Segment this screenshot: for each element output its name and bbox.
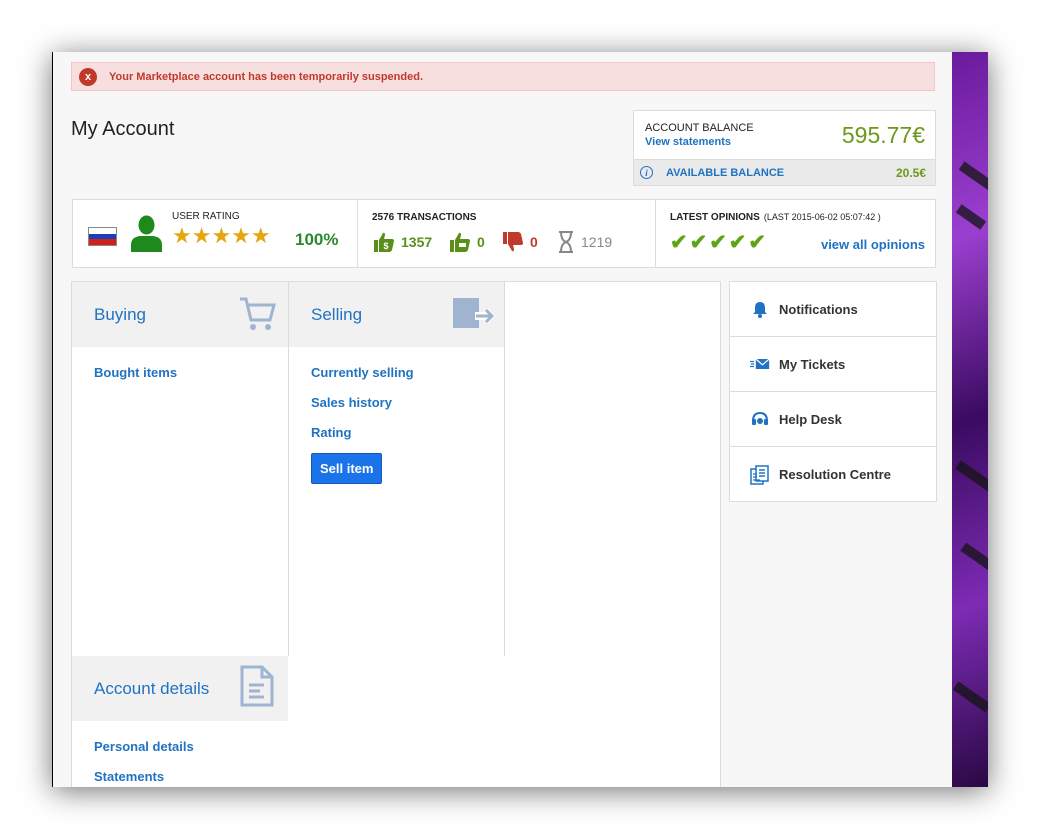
latest-opinions-label: LATEST OPINIONS (LAST 2015-06-02 05:07:42…: [670, 212, 881, 223]
opinion-checks: ✔✔✔✔✔: [670, 231, 768, 254]
neutral-count: 0: [477, 234, 485, 250]
hourglass-icon: [559, 231, 573, 253]
statements-link[interactable]: Statements: [94, 769, 288, 784]
latest-opinions-title: LATEST OPINIONS: [670, 212, 760, 223]
side-item-label: My Tickets: [779, 356, 846, 372]
alert-message: Your Marketplace account has been tempor…: [109, 70, 423, 83]
pending-count: 1219: [581, 234, 613, 250]
negative-transactions: 0: [502, 231, 538, 253]
user-rating-label: USER RATING: [172, 211, 240, 222]
account-details-section: Account details Personal details Stateme…: [72, 656, 288, 787]
page-title: My Account: [71, 118, 175, 140]
account-menu-panel: Buying Bought items Selling Currently se…: [71, 281, 721, 787]
view-statements-link[interactable]: View statements: [645, 136, 731, 148]
suspension-alert: x Your Marketplace account has been temp…: [71, 62, 935, 91]
neutral-transactions: 0: [449, 231, 485, 253]
account-balance-box: ACCOUNT BALANCE View statements 595.77€ …: [633, 110, 936, 186]
side-item-my-tickets[interactable]: My Tickets: [730, 337, 936, 392]
negative-count: 0: [530, 234, 538, 250]
account-page: x Your Marketplace account has been temp…: [52, 52, 952, 787]
info-icon[interactable]: i: [640, 166, 653, 179]
svg-text:$: $: [383, 241, 388, 251]
side-item-resolution-centre[interactable]: Resolution Centre: [730, 447, 936, 502]
buying-header: Buying: [72, 282, 288, 347]
sell-item-button[interactable]: Sell item: [311, 453, 383, 484]
buying-title: Buying: [94, 305, 146, 324]
column-divider: [504, 282, 505, 656]
buying-section: Buying Bought items: [72, 282, 288, 395]
sales-history-link[interactable]: Sales history: [311, 395, 505, 410]
transactions-label: 2576 TRANSACTIONS: [372, 212, 477, 223]
rating-link[interactable]: Rating: [311, 425, 505, 440]
rating-stars: ★★★★★: [172, 223, 271, 248]
headset-icon: [750, 411, 770, 427]
user-icon: [131, 215, 162, 257]
divider: [357, 200, 358, 267]
view-all-opinions-link[interactable]: view all opinions: [821, 237, 925, 252]
russia-flag-icon: [88, 227, 117, 246]
window-frame: x Your Marketplace account has been temp…: [52, 52, 988, 787]
bell-icon: [750, 301, 770, 318]
positive-transactions: $ 1357: [373, 231, 432, 253]
side-item-help-desk[interactable]: Help Desk: [730, 392, 936, 447]
side-item-notifications[interactable]: Notifications: [730, 282, 936, 337]
positive-count: 1357: [401, 234, 433, 250]
available-balance-amount: 20.5€: [895, 166, 926, 180]
side-item-label: Resolution Centre: [779, 467, 891, 482]
account-details-title: Account details: [94, 679, 210, 698]
available-balance-label: AVAILABLE BALANCE: [666, 167, 785, 179]
balance-amount: 595.77€: [841, 122, 925, 148]
personal-details-link[interactable]: Personal details: [94, 739, 288, 754]
selling-header: Selling: [289, 282, 505, 347]
export-box-icon: [451, 296, 497, 337]
background-wallpaper: [952, 52, 988, 787]
latest-opinion-date: (LAST 2015-06-02 05:07:42 ): [763, 212, 881, 222]
thumbs-up-money-icon: $: [374, 232, 394, 252]
error-icon: x: [79, 67, 97, 86]
selling-title: Selling: [311, 305, 363, 324]
divider: [655, 200, 656, 267]
thumbs-down-icon: [503, 232, 523, 252]
balance-label: ACCOUNT BALANCE: [645, 122, 754, 134]
stats-bar: USER RATING ★★★★★ 100% 2576 TRANSACTIONS…: [72, 199, 936, 268]
rating-percent: 100%: [295, 230, 339, 249]
side-item-label: Notifications: [779, 301, 858, 317]
side-item-label: Help Desk: [779, 411, 842, 427]
selling-section: Selling Currently selling Sales history …: [289, 282, 505, 484]
account-details-header: Account details: [72, 656, 288, 721]
document-icon: [240, 665, 274, 712]
pending-transactions: 1219: [557, 231, 612, 253]
side-menu: Notifications My Tickets Help Desk Resol…: [729, 281, 937, 502]
thumbs-up-cart-icon: [450, 232, 470, 252]
documents-icon: [750, 464, 770, 485]
cart-icon: [238, 296, 276, 337]
bought-items-link[interactable]: Bought items: [94, 365, 288, 380]
envelope-icon: [750, 357, 770, 371]
available-balance-row: i AVAILABLE BALANCE 20.5€: [634, 159, 935, 185]
currently-selling-link[interactable]: Currently selling: [311, 365, 505, 380]
